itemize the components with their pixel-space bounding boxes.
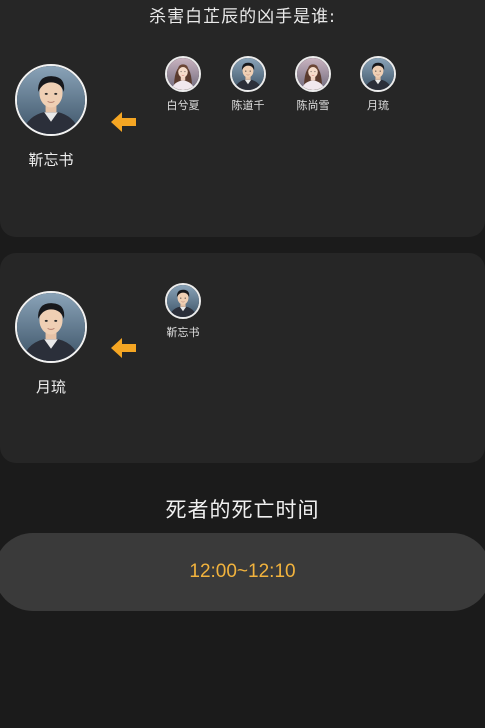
- candidate-avatar-2[interactable]: [230, 56, 266, 92]
- candidate-avatar-5[interactable]: [165, 283, 201, 319]
- man-avatar-icon: [232, 58, 264, 90]
- suspect-card-2: [0, 253, 485, 463]
- woman-avatar-icon: [167, 58, 199, 90]
- main-name-2: 月琉: [35, 378, 66, 396]
- candidate-name-2: 陈道千: [231, 99, 265, 112]
- man-avatar-icon: [167, 285, 199, 317]
- candidate-name-4: 月琉: [367, 99, 389, 112]
- arrow-left-icon: [111, 338, 137, 358]
- man-avatar-icon: [362, 58, 394, 90]
- candidate-name-1: 白兮夏: [166, 99, 200, 112]
- main-avatar-1[interactable]: [15, 64, 87, 136]
- man-avatar-icon: [17, 293, 85, 361]
- question-title: 杀害白芷辰的凶手是谁:: [149, 7, 336, 27]
- candidate-name-3: 陈尚雪: [296, 99, 330, 112]
- main-name-1: 靳忘书: [28, 151, 74, 169]
- death-time-title: 死者的死亡时间: [165, 498, 320, 522]
- man-avatar-icon: [17, 66, 85, 134]
- candidate-name-5: 靳忘书: [166, 326, 200, 339]
- death-time-value: 12:00~12:10: [0, 533, 485, 611]
- arrow-left-icon: [111, 112, 137, 132]
- main-avatar-2[interactable]: [15, 291, 87, 363]
- death-time-text: 12:00~12:10: [189, 561, 296, 582]
- candidate-avatar-4[interactable]: [360, 56, 396, 92]
- woman-avatar-icon: [297, 58, 329, 90]
- candidate-avatar-3[interactable]: [295, 56, 331, 92]
- candidate-avatar-1[interactable]: [165, 56, 201, 92]
